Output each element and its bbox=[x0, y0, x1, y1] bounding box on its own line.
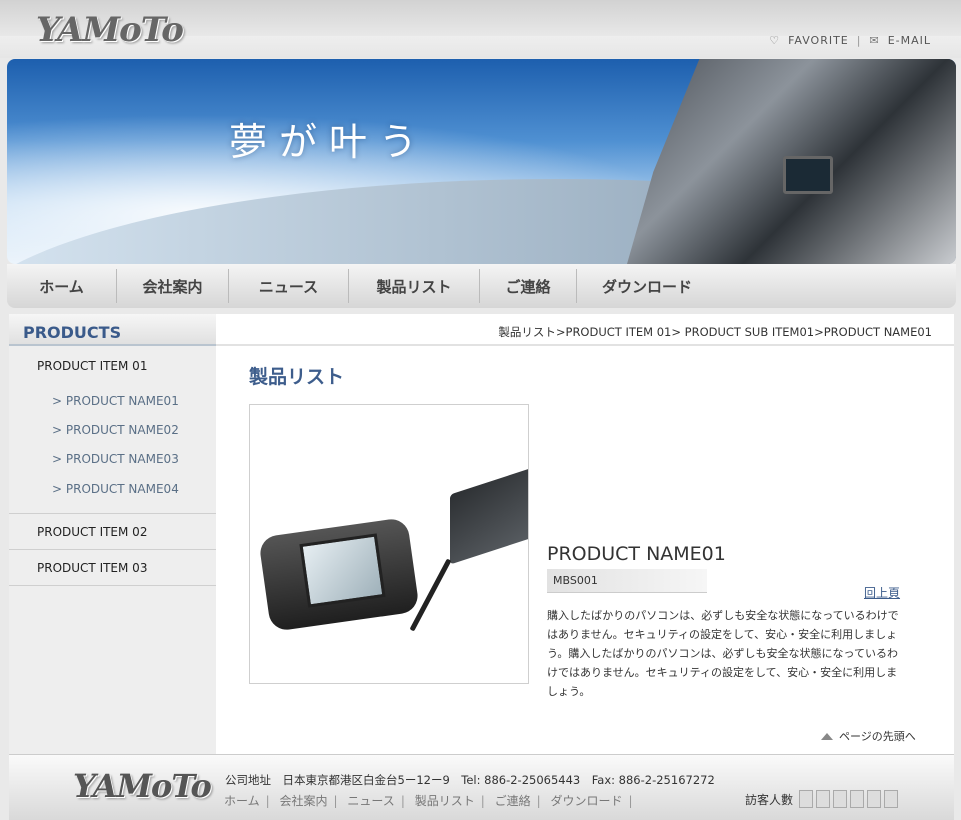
footer-link-separator: | bbox=[628, 794, 633, 808]
footer-link-separator: | bbox=[400, 794, 405, 808]
back-link[interactable]: 回上頁 bbox=[864, 584, 900, 601]
header: YAMoTo ♡ FAVORITE | ✉ E-MAIL bbox=[0, 0, 961, 58]
product-description: 購入したばかりのパソコンは、必ずしも安全な状態になっているわけではありません。セ… bbox=[547, 609, 899, 698]
footer-link-separator: | bbox=[333, 794, 338, 808]
footer-link-separator: | bbox=[480, 794, 485, 808]
mail-icon: ✉ bbox=[869, 34, 880, 47]
product-image bbox=[249, 404, 529, 684]
main-nav: ホーム 会社案内 ニュース 製品リスト ご連絡 ダウンロード bbox=[7, 264, 956, 308]
product-device-screen bbox=[299, 533, 386, 608]
nav-item-company[interactable]: 会社案内 bbox=[117, 269, 229, 303]
nav-item-download[interactable]: ダウンロード bbox=[577, 269, 717, 303]
nav-item-products[interactable]: 製品リスト bbox=[349, 269, 480, 303]
main-content: 製品リスト>PRODUCT ITEM 01> PRODUCT SUB ITEM0… bbox=[216, 314, 954, 754]
counter-digit-box bbox=[850, 790, 865, 808]
page-title: 製品リスト bbox=[249, 366, 345, 388]
footer-link-download[interactable]: ダウンロード bbox=[550, 794, 622, 808]
visitor-counter: 訪客人數 bbox=[745, 790, 899, 808]
hero-banner: 夢が叶う bbox=[7, 59, 956, 264]
nav-item-contact[interactable]: ご連絡 bbox=[480, 269, 577, 303]
sidebar: PRODUCTS PRODUCT ITEM 01 > PRODUCT NAME0… bbox=[9, 314, 216, 754]
page-top-label[interactable]: ページの先頭へ bbox=[839, 728, 916, 744]
footer-address: 公司地址 日本東京都港区白金台5ー12ー9 Tel: 886-2-2506544… bbox=[225, 773, 715, 787]
site-logo[interactable]: YAMoTo bbox=[36, 10, 184, 50]
footer-links: ホーム | 会社案内 | ニュース | 製品リスト | ご連絡 | ダウンロード | bbox=[224, 792, 639, 809]
top-links: ♡ FAVORITE | ✉ E-MAIL bbox=[769, 34, 931, 47]
nav-item-news[interactable]: ニュース bbox=[229, 269, 349, 303]
product-code: MBS001 bbox=[547, 569, 707, 593]
nav-item-home[interactable]: ホーム bbox=[7, 269, 117, 303]
visitor-counter-digits bbox=[799, 790, 899, 808]
sidebar-item-product-item-02[interactable]: PRODUCT ITEM 02 bbox=[9, 514, 216, 549]
footer-link-separator: | bbox=[536, 794, 541, 808]
footer-link-home[interactable]: ホーム bbox=[224, 794, 260, 808]
footer-link-contact[interactable]: ご連絡 bbox=[495, 794, 531, 808]
sidebar-divider bbox=[9, 585, 216, 586]
visitor-counter-label: 訪客人數 bbox=[745, 792, 794, 807]
breadcrumb[interactable]: 製品リスト>PRODUCT ITEM 01> PRODUCT SUB ITEM0… bbox=[498, 324, 932, 340]
email-link[interactable]: E-MAIL bbox=[888, 34, 931, 47]
footer-link-news[interactable]: ニュース bbox=[347, 794, 394, 808]
counter-digit-box bbox=[799, 790, 814, 808]
sidebar-item-product-item-03[interactable]: PRODUCT ITEM 03 bbox=[9, 550, 216, 585]
breadcrumb-divider bbox=[216, 344, 954, 346]
sidebar-subitem-product-name02[interactable]: > PRODUCT NAME02 bbox=[9, 415, 216, 444]
footer-link-products[interactable]: 製品リスト bbox=[415, 794, 475, 808]
sidebar-subitem-product-name03[interactable]: > PRODUCT NAME03 bbox=[9, 444, 216, 473]
product-name: PRODUCT NAME01 bbox=[547, 543, 726, 565]
counter-digit-box bbox=[867, 790, 882, 808]
counter-digit-box bbox=[816, 790, 831, 808]
counter-digit-box bbox=[833, 790, 848, 808]
footer: YAMoTo 公司地址 日本東京都港区白金台5ー12ー9 Tel: 886-2-… bbox=[9, 754, 954, 820]
heart-icon: ♡ bbox=[769, 34, 781, 47]
favorite-link[interactable]: FAVORITE bbox=[788, 34, 849, 47]
product-handheld-device bbox=[258, 517, 420, 632]
banner-dashboard-screen bbox=[783, 156, 833, 194]
sidebar-subitem-product-name04[interactable]: > PRODUCT NAME04 bbox=[9, 473, 216, 505]
page-top-link[interactable]: ページの先頭へ bbox=[821, 728, 916, 744]
footer-link-separator: | bbox=[265, 794, 270, 808]
footer-link-company[interactable]: 会社案内 bbox=[280, 794, 328, 808]
sidebar-title: PRODUCTS bbox=[9, 314, 216, 346]
product-receiver-box bbox=[450, 455, 528, 565]
banner-slogan: 夢が叶う bbox=[229, 120, 430, 164]
counter-digit-box bbox=[884, 790, 899, 808]
footer-logo: YAMoTo bbox=[73, 767, 212, 805]
top-links-separator: | bbox=[856, 34, 862, 47]
sidebar-item-product-item-01[interactable]: PRODUCT ITEM 01 bbox=[9, 346, 216, 386]
triangle-up-icon bbox=[821, 732, 833, 740]
sidebar-subitem-product-name01[interactable]: > PRODUCT NAME01 bbox=[9, 386, 216, 415]
